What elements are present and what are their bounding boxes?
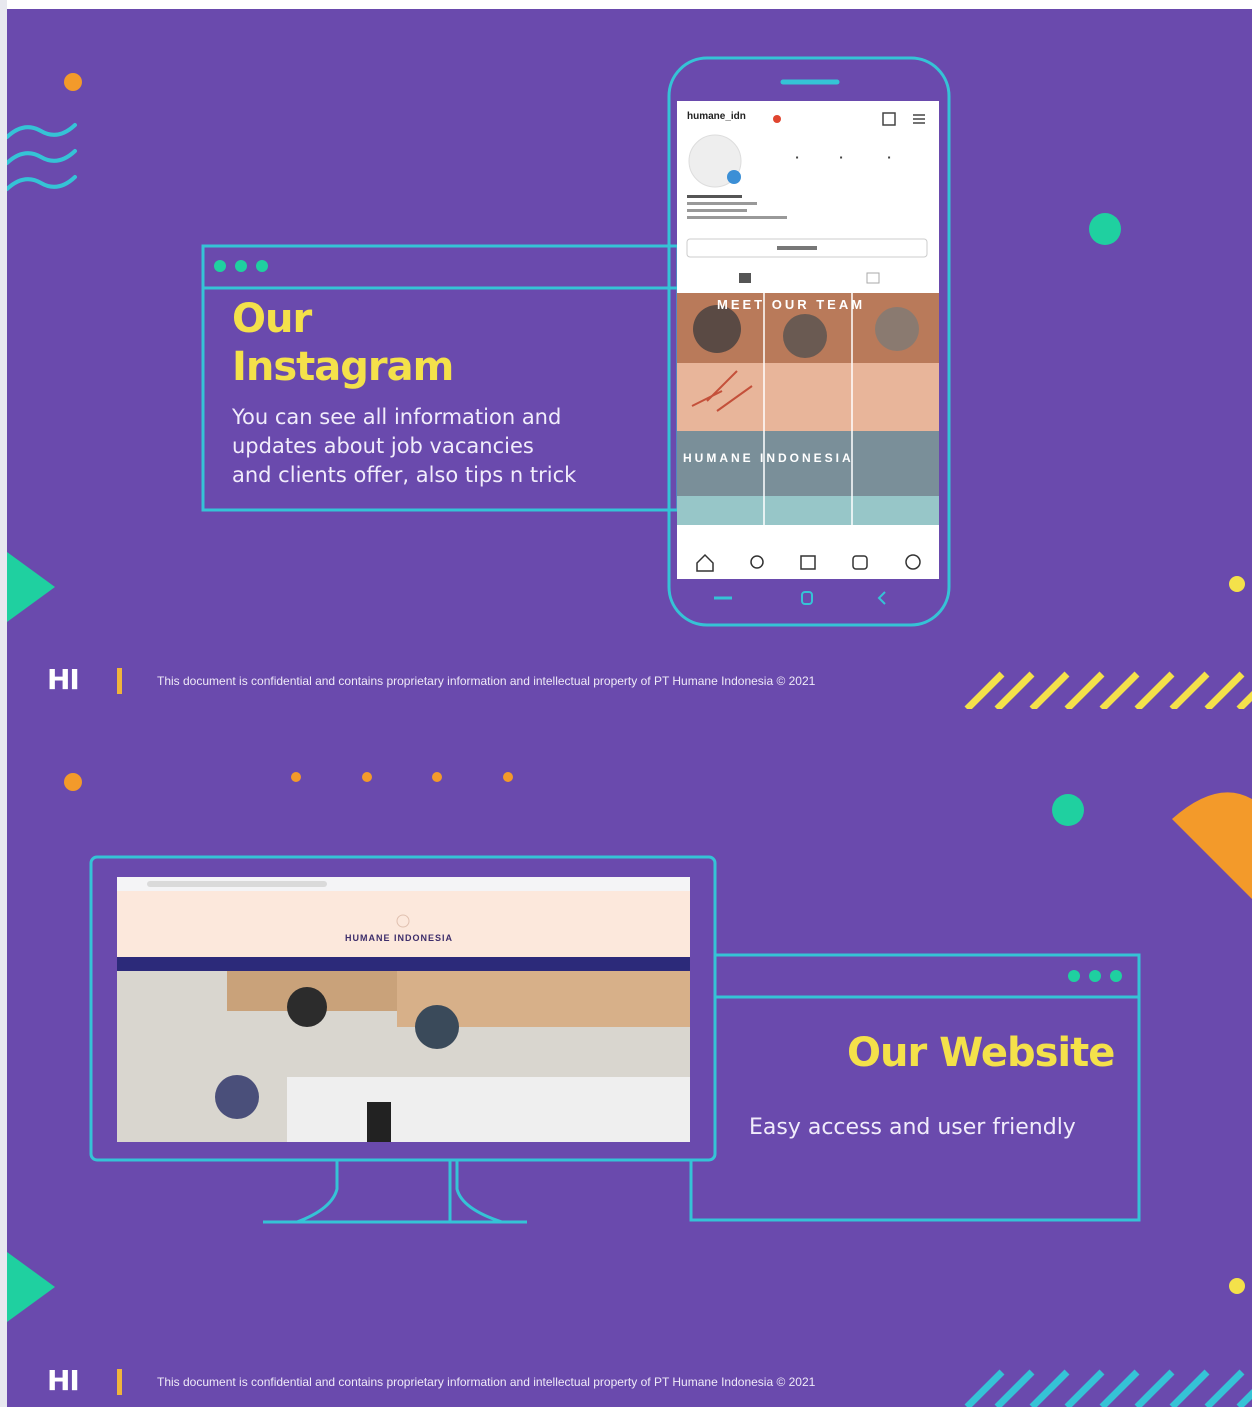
slide-instagram: Our Instagram You can see all informatio… bbox=[7, 9, 1252, 709]
instagram-screen: humane_idn ▪ ▪ ▪ MEET OUR TEAM HUMANE IN… bbox=[677, 101, 939, 579]
slide-website: HUMANE INDONESIA Our Website Easy access… bbox=[7, 709, 1252, 1407]
text-panel bbox=[689, 953, 1141, 1222]
tag-icon bbox=[866, 272, 880, 284]
stripe-decoration bbox=[964, 1369, 1252, 1407]
window-edge bbox=[0, 0, 7, 1407]
description-line: updates about job vacancies bbox=[232, 434, 534, 458]
website-screen: HUMANE INDONESIA bbox=[117, 877, 690, 1142]
stripe-decoration bbox=[964, 671, 1252, 709]
footer-divider bbox=[117, 668, 122, 694]
footer-divider bbox=[117, 1369, 122, 1395]
wave-icon bbox=[7, 123, 77, 191]
footer-logo: HI bbox=[47, 663, 80, 696]
profile-icon bbox=[905, 554, 921, 570]
home-icon bbox=[696, 553, 714, 572]
slide1-decorations bbox=[7, 56, 1252, 709]
search-icon bbox=[750, 555, 764, 569]
reels-icon bbox=[852, 555, 868, 570]
orange-dot-icon bbox=[64, 73, 82, 91]
grid-icon bbox=[739, 273, 751, 283]
yellow-dot-icon bbox=[1229, 1278, 1245, 1294]
triangle-icon bbox=[7, 552, 55, 622]
description-line: and clients offer, also tips n trick bbox=[232, 463, 577, 487]
shop-icon bbox=[800, 555, 816, 570]
footer-text: This document is confidential and contai… bbox=[157, 1375, 816, 1389]
slide-title: Our Instagram bbox=[232, 295, 454, 391]
yellow-dot-icon bbox=[1229, 576, 1245, 592]
window-topbar bbox=[7, 0, 1252, 9]
instagram-banner-top: MEET OUR TEAM bbox=[717, 297, 866, 312]
title-line-1: Our bbox=[232, 296, 312, 342]
teal-dot-icon bbox=[1052, 794, 1084, 826]
triangle-icon bbox=[7, 1252, 55, 1322]
footer-logo: HI bbox=[47, 1364, 80, 1397]
slide-title: Our Website bbox=[847, 1030, 1115, 1076]
add-icon bbox=[882, 112, 896, 126]
slide-description: You can see all information and updates … bbox=[232, 403, 576, 490]
description-line: You can see all information and bbox=[232, 405, 562, 429]
website-brand: HUMANE INDONESIA bbox=[345, 933, 454, 943]
orange-shape-icon bbox=[1172, 792, 1252, 899]
menu-icon bbox=[913, 114, 925, 124]
orange-dot-icon bbox=[64, 773, 82, 791]
teal-dot-icon bbox=[1089, 213, 1121, 245]
slide-description: Easy access and user friendly bbox=[749, 1115, 1076, 1140]
instagram-banner-middle: HUMANE INDONESIA bbox=[683, 451, 854, 465]
footer-text: This document is confidential and contai… bbox=[157, 674, 816, 688]
title-line-2: Instagram bbox=[232, 344, 454, 390]
